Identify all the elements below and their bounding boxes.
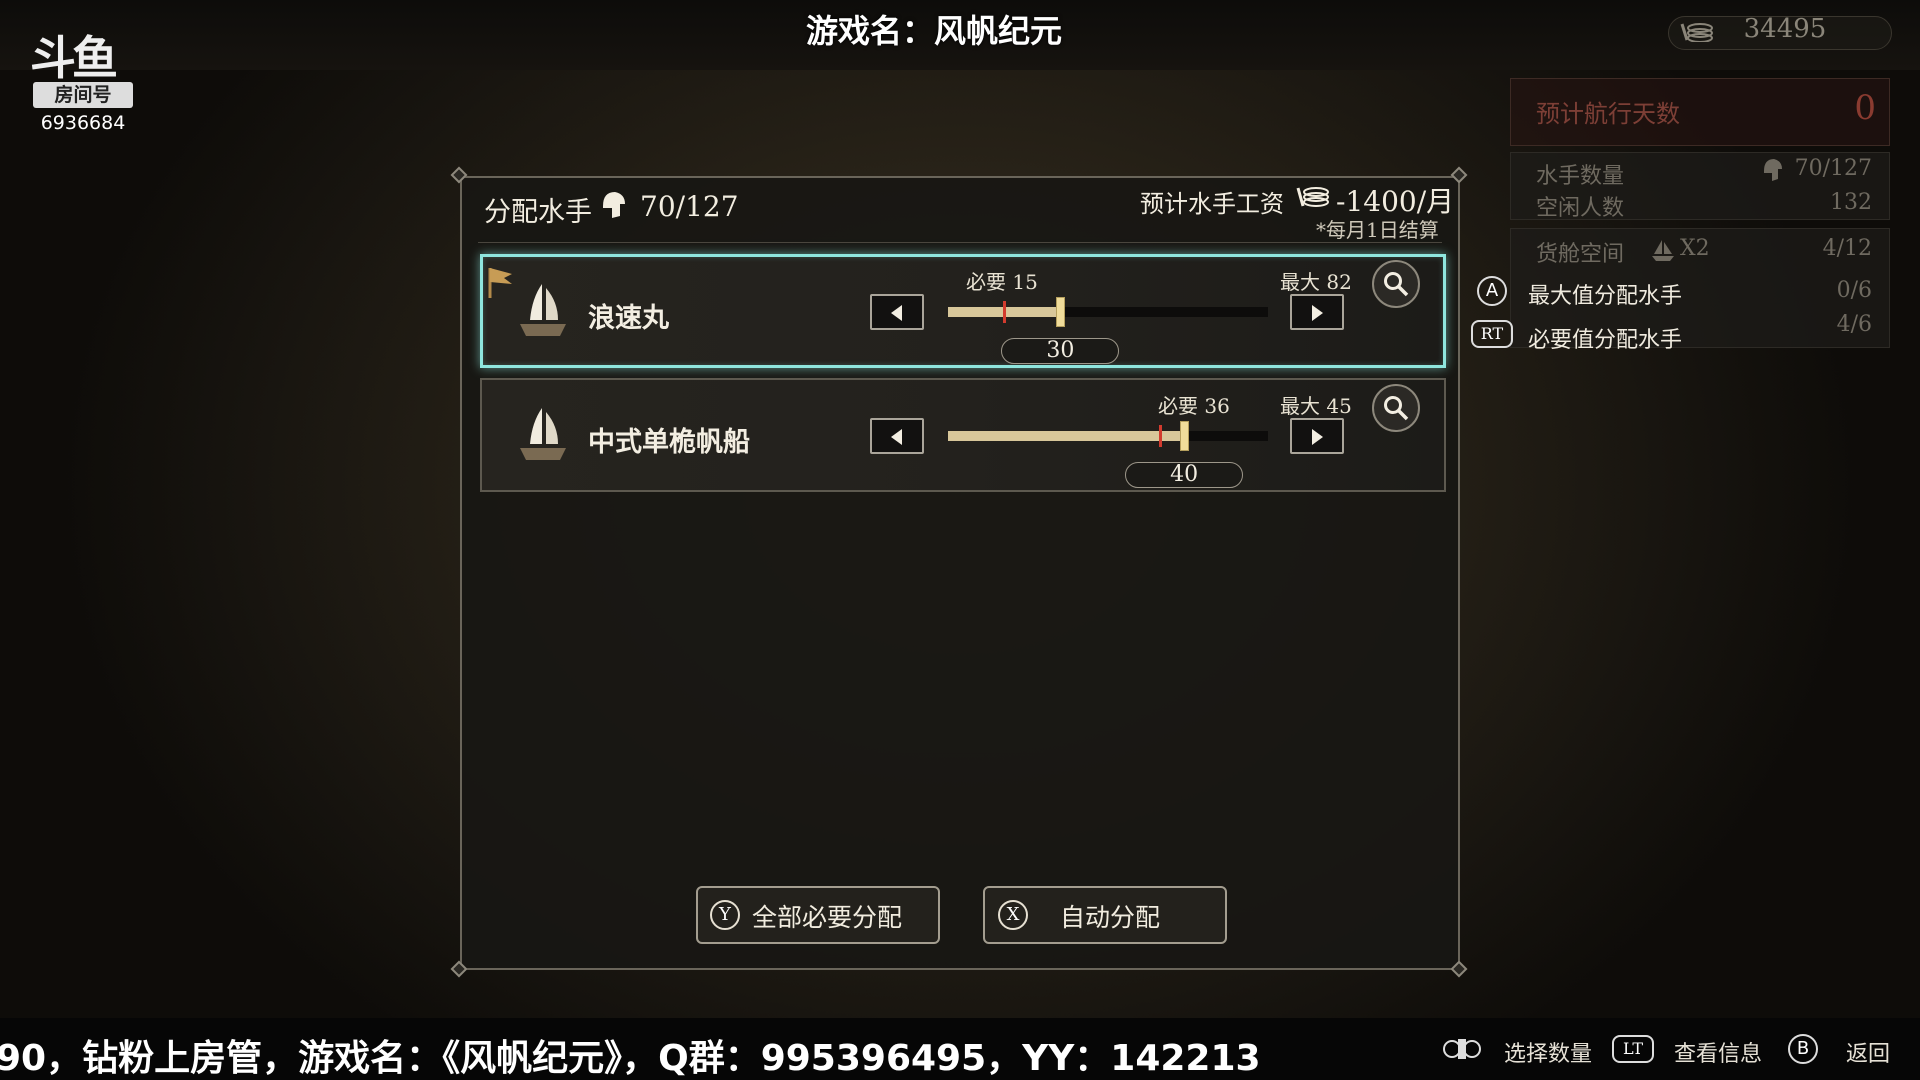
search-icon: [1384, 396, 1409, 421]
ship-icon: [520, 284, 566, 336]
required-label: 必要 36: [1158, 394, 1230, 418]
cargo-label: 货舱空间: [1536, 242, 1625, 267]
ship-name: 浪速丸: [588, 303, 669, 334]
decrease-button[interactable]: [870, 294, 924, 330]
required-marker: [1159, 425, 1163, 447]
sailor-helmet-icon: [603, 192, 625, 218]
panel-divider: [478, 242, 1442, 243]
ship-info-button[interactable]: [1372, 384, 1420, 432]
wage-label: 预计水手工资: [1140, 190, 1284, 218]
stream-game-title: 游戏名：风帆纪元: [805, 12, 1062, 50]
sailing-days-value: 0: [1854, 88, 1876, 128]
money-value: 34495: [1743, 14, 1827, 44]
arrow-right-icon: [1312, 429, 1323, 445]
crew-count-label: 水手数量: [1536, 164, 1625, 189]
assigned-value: 40: [1125, 462, 1244, 488]
max-label: 最大 45: [1280, 394, 1352, 418]
idle-value: 132: [1830, 190, 1872, 215]
required-label: 必要 15: [966, 270, 1038, 294]
room-label: 房间号: [33, 82, 133, 108]
cargo-value: 4/12: [1822, 236, 1872, 261]
y-button-icon: Y: [710, 900, 740, 930]
select-quantity-hint[interactable]: 选择数量: [1504, 1036, 1592, 1068]
room-number: 6936684: [40, 112, 126, 134]
required-assign-hint[interactable]: 必要值分配水手: [1528, 322, 1682, 354]
douyu-logo-icon: 斗鱼: [30, 31, 118, 85]
dpad-icon: [1443, 1039, 1481, 1059]
lt-button-icon: LT: [1612, 1035, 1654, 1063]
view-info-hint[interactable]: 查看信息: [1674, 1036, 1762, 1068]
cargo-multiplier: X2: [1680, 236, 1710, 261]
ship-name: 中式单桅帆船: [588, 427, 750, 458]
cargo-row-value: 4/6: [1836, 312, 1872, 337]
max-assign-hint[interactable]: 最大值分配水手: [1528, 278, 1682, 310]
crew-slider-handle[interactable]: [1056, 297, 1066, 327]
increase-button[interactable]: [1290, 294, 1344, 330]
idle-label: 空闲人数: [1536, 196, 1625, 221]
assign-all-required-label: 全部必要分配: [752, 903, 903, 932]
ship-info-button[interactable]: [1372, 260, 1420, 308]
max-label: 最大 82: [1280, 270, 1352, 294]
crew-count: 70/127: [640, 190, 739, 223]
required-marker: [1003, 301, 1007, 323]
decrease-button[interactable]: [870, 418, 924, 454]
stream-ticker: 90，钻粉上房管，游戏名：《风帆纪元》，Q群：995396495，YY：1422…: [0, 1038, 1261, 1079]
back-hint[interactable]: 返回: [1846, 1036, 1890, 1068]
assigned-value: 30: [1001, 338, 1120, 364]
crew-slider-fill: [948, 431, 1185, 441]
auto-assign-label: 自动分配: [1060, 903, 1161, 932]
x-button-icon: X: [998, 900, 1028, 930]
arrow-left-icon: [891, 305, 902, 321]
ship-small-icon: [1652, 240, 1674, 261]
flagship-flag-icon: [488, 268, 512, 298]
wage-note: *每月1日结算: [1316, 218, 1439, 242]
increase-button[interactable]: [1290, 418, 1344, 454]
arrow-left-icon: [891, 429, 902, 445]
arrow-right-icon: [1312, 305, 1323, 321]
search-icon: [1384, 272, 1409, 297]
ship-icon: [520, 408, 566, 460]
coin-icon: [1680, 23, 1713, 42]
sailing-days-label: 预计航行天数: [1536, 100, 1680, 128]
cargo-row-value: 0/6: [1836, 278, 1872, 303]
coin-icon: [1296, 187, 1329, 207]
rt-button-icon: RT: [1471, 320, 1513, 348]
stream-logo: 斗鱼 房间号 6936684: [30, 22, 140, 134]
a-button-icon: A: [1477, 276, 1507, 306]
crew-count-value: 70/127: [1794, 156, 1872, 181]
b-button-icon: B: [1788, 1034, 1818, 1064]
panel-title: 分配水手: [484, 197, 592, 228]
crew-slider-handle[interactable]: [1180, 421, 1190, 451]
